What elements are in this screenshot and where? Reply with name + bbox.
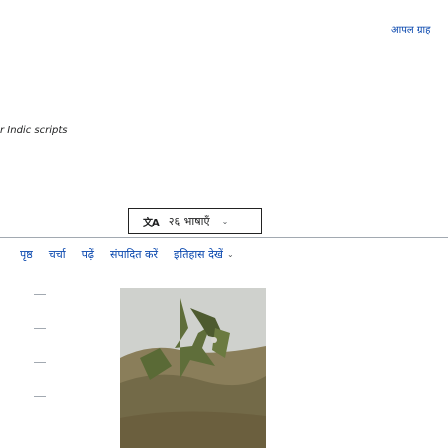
margin-mark: [34, 396, 46, 397]
tab-read[interactable]: पढ़ें: [82, 247, 94, 262]
margin-mark: [34, 328, 46, 329]
language-button[interactable]: 文A २६ भाषाएँ ⌄: [128, 208, 262, 234]
photo-illustration: [120, 288, 266, 448]
language-button-label: २६ भाषाएँ: [168, 214, 210, 228]
page: आपल ग्राह r Indic scripts 文A २६ भाषाएँ ⌄…: [0, 0, 448, 448]
article-photo: [120, 288, 266, 448]
translate-icon: 文A: [143, 217, 160, 229]
margin-mark: [34, 362, 46, 363]
tabs-chevron-icon[interactable]: ⌄: [227, 250, 234, 259]
chevron-down-icon: ⌄: [221, 216, 229, 226]
tab-page[interactable]: पृष्ठ: [20, 247, 33, 262]
margin-mark: [34, 294, 46, 295]
hint-text: r Indic scripts: [0, 125, 68, 136]
tab-edit[interactable]: संपादित करें: [110, 247, 158, 262]
page-tabs: पृष्ठ चर्चा पढ़ें संपादित करें इतिहास दे…: [20, 247, 250, 262]
tab-talk[interactable]: चर्चा: [49, 247, 66, 262]
divider: [0, 237, 448, 238]
tab-history[interactable]: इतिहास देखें: [174, 247, 223, 262]
top-link[interactable]: आपल ग्राह: [391, 22, 430, 36]
